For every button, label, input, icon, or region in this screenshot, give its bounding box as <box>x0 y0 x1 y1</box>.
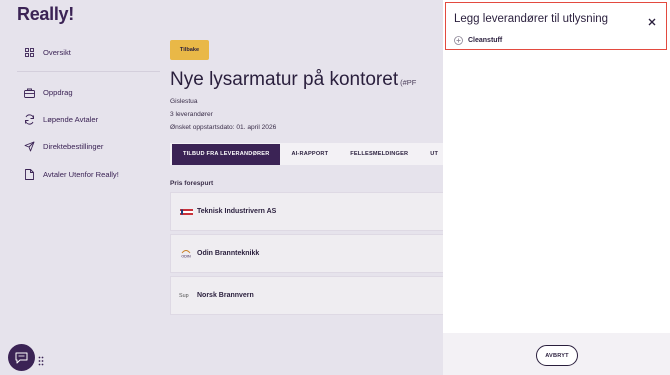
sidebar-item-direktebestillinger[interactable]: Direktebestillinger <box>24 141 103 152</box>
tab-ai-rapport[interactable]: AI-RAPPORT <box>280 143 339 165</box>
sidebar-item-label: Direktebestillinger <box>43 142 104 151</box>
app-logo[interactable]: Really! <box>17 4 74 25</box>
project-location: Gislestua <box>170 98 198 105</box>
sidebar-item-lopende-avtaler[interactable]: Løpende Avtaler <box>24 114 98 125</box>
tab-bar: TILBUD FRA LEVERANDØRER AI-RAPPORT FELLE… <box>170 143 443 165</box>
sidebar-divider <box>17 71 160 72</box>
supplier-card[interactable]: Teknisk Industrivern AS <box>170 192 443 231</box>
odin-logo-text: ODIN <box>181 255 191 259</box>
supplier-card[interactable]: ODIN Odin Brannteknikk <box>170 234 443 273</box>
refresh-icon <box>24 114 35 125</box>
chat-button[interactable] <box>8 344 35 371</box>
section-label: Pris forespurt <box>170 180 214 187</box>
tab-tilbud-fra-leverandorer[interactable]: TILBUD FRA LEVERANDØRER <box>172 143 281 165</box>
panel-header: Legg leverandører til utlysning Cleanstu… <box>445 2 667 50</box>
project-code: (#PF <box>400 78 417 87</box>
page-title-text: Nye lysarmatur på kontoret <box>170 69 399 90</box>
close-icon[interactable] <box>647 14 657 26</box>
chat-icon <box>15 352 28 364</box>
back-button[interactable]: Tilbake <box>170 40 209 60</box>
page-title: Nye lysarmatur på kontoret (#PF <box>170 69 416 91</box>
sidebar-item-label: Oppdrag <box>43 88 73 97</box>
sidebar-item-oppdrag[interactable]: Oppdrag <box>24 87 73 98</box>
cancel-button[interactable]: AVBRYT <box>536 345 578 366</box>
drag-handle-icon[interactable] <box>38 353 44 366</box>
supplier-option-label: Cleanstuff <box>468 37 503 44</box>
supplier-name: Teknisk Industrivern AS <box>197 208 277 215</box>
supplier-option-cleanstuff[interactable]: Cleanstuff <box>454 36 502 45</box>
sidebar-item-label: Løpende Avtaler <box>43 115 99 124</box>
start-date: Ønsket oppstartsdato: 01. april 2026 <box>170 124 277 131</box>
broken-image-alt-text: Sup <box>179 292 189 299</box>
send-icon <box>24 141 35 152</box>
tab-ut[interactable]: UT <box>419 143 443 165</box>
grid-icon <box>24 47 35 58</box>
document-icon <box>24 169 35 180</box>
flag-logo-icon <box>179 206 193 218</box>
supplier-name: Odin Brannteknikk <box>197 250 260 257</box>
briefcase-icon <box>24 87 35 98</box>
odin-logo-icon: ODIN <box>179 248 193 260</box>
supplier-card[interactable]: Sup Norsk Brannvern <box>170 276 443 315</box>
broken-image-icon: Sup <box>179 290 193 302</box>
tab-fellesmeldinger[interactable]: FELLESMELDINGER <box>339 143 419 165</box>
supplier-name: Norsk Brannvern <box>197 292 254 299</box>
sidebar-item-label: Avtaler Utenfor Really! <box>43 170 119 179</box>
sidebar-item-label: Oversikt <box>43 48 71 57</box>
supplier-count: 3 leverandører <box>170 111 213 118</box>
plus-circle-icon <box>454 36 463 45</box>
sidebar-item-oversikt[interactable]: Oversikt <box>24 47 71 58</box>
sidebar: Really! Oversikt Oppdrag Løpende Avtaler… <box>0 0 160 375</box>
sidebar-item-avtaler-utenfor[interactable]: Avtaler Utenfor Really! <box>24 169 119 180</box>
add-suppliers-panel: Legg leverandører til utlysning Cleanstu… <box>443 0 670 375</box>
panel-title: Legg leverandører til utlysning <box>454 13 609 25</box>
